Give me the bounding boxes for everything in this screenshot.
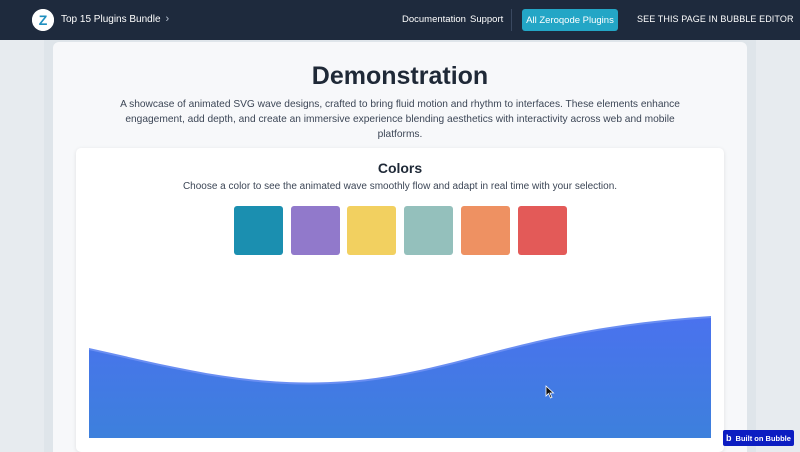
animated-wave <box>89 310 711 438</box>
color-swatch-purple[interactable] <box>290 206 340 255</box>
zeroqode-logo-icon[interactable]: Z <box>32 9 54 31</box>
color-swatch-sage[interactable] <box>404 206 454 255</box>
plugin-bundle-label: Top 15 Plugins Bundle <box>61 13 161 25</box>
built-on-bubble-label: Built on Bubble <box>735 433 791 443</box>
documentation-link[interactable]: Documentation <box>402 14 466 25</box>
page-title: Demonstration <box>311 62 489 90</box>
color-swatch-red[interactable] <box>517 206 567 255</box>
plugin-bundle-link[interactable]: Top 15 Plugins Bundle › <box>61 13 169 25</box>
color-swatch-yellow[interactable] <box>347 206 397 255</box>
svg-text:Z: Z <box>39 12 48 28</box>
chevron-right-icon: › <box>165 13 170 25</box>
page-description: A showcase of animated SVG wave designs,… <box>120 99 680 140</box>
colors-description: Choose a color to see the animated wave … <box>182 181 618 192</box>
top-nav: Z Top 15 Plugins Bundle › Documentation … <box>0 0 800 40</box>
bubble-logo-icon: b <box>726 433 732 443</box>
colors-title: Colors <box>377 160 423 176</box>
mouse-cursor-icon <box>545 385 555 399</box>
bubble-editor-link[interactable]: SEE THIS PAGE IN BUBBLE EDITOR <box>637 14 794 24</box>
nav-divider <box>511 9 512 31</box>
support-link[interactable]: Support <box>470 14 503 25</box>
color-swatch-orange[interactable] <box>460 206 510 255</box>
all-plugins-button[interactable]: All Zeroqode Plugins <box>522 9 618 31</box>
built-on-bubble-badge[interactable]: b Built on Bubble <box>723 430 794 446</box>
color-swatch-teal[interactable] <box>234 206 283 255</box>
wave-shape <box>89 318 711 438</box>
